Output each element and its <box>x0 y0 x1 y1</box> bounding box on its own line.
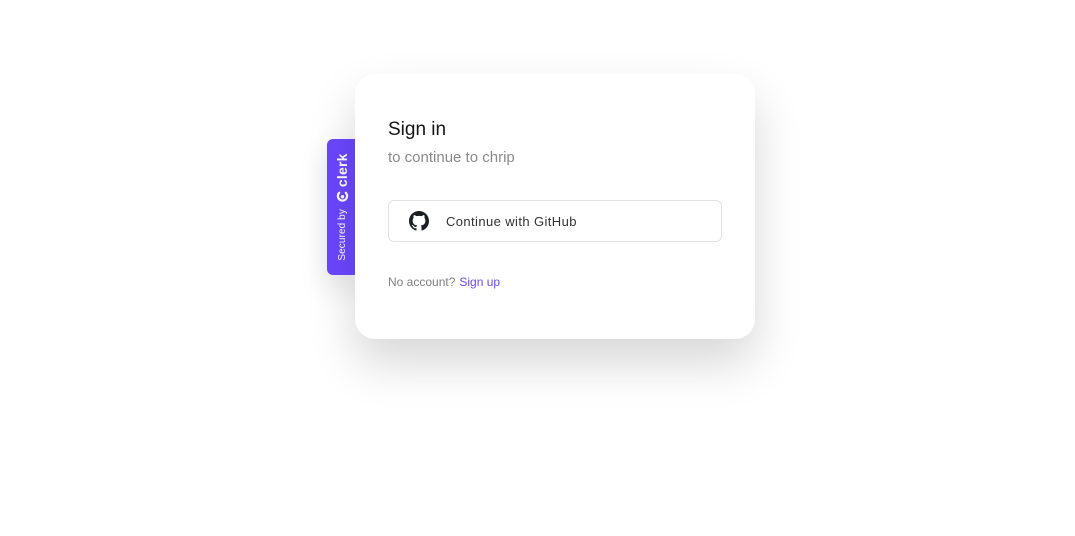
badge-content: Secured by clerk <box>334 147 350 267</box>
signup-prompt: No account? Sign up <box>388 274 722 290</box>
badge-secured-text: Secured by <box>336 209 348 261</box>
secured-by-clerk-badge[interactable]: Secured by clerk <box>327 139 357 275</box>
github-icon <box>409 211 429 231</box>
clerk-logo-icon <box>336 190 349 203</box>
badge-brand-name: clerk <box>334 153 350 188</box>
sign-up-link[interactable]: Sign up <box>459 275 500 289</box>
page-title: Sign in <box>388 119 447 140</box>
no-account-text: No account? <box>388 275 456 289</box>
page-subtitle: to continue to chrip <box>388 149 515 166</box>
continue-with-github-label: Continue with GitHub <box>446 213 577 229</box>
page: Secured by clerk Sign in to continue to … <box>0 0 1075 536</box>
continue-with-github-button[interactable]: Continue with GitHub <box>388 200 722 242</box>
sign-in-card: Sign in to continue to chrip Continue wi… <box>355 74 755 339</box>
